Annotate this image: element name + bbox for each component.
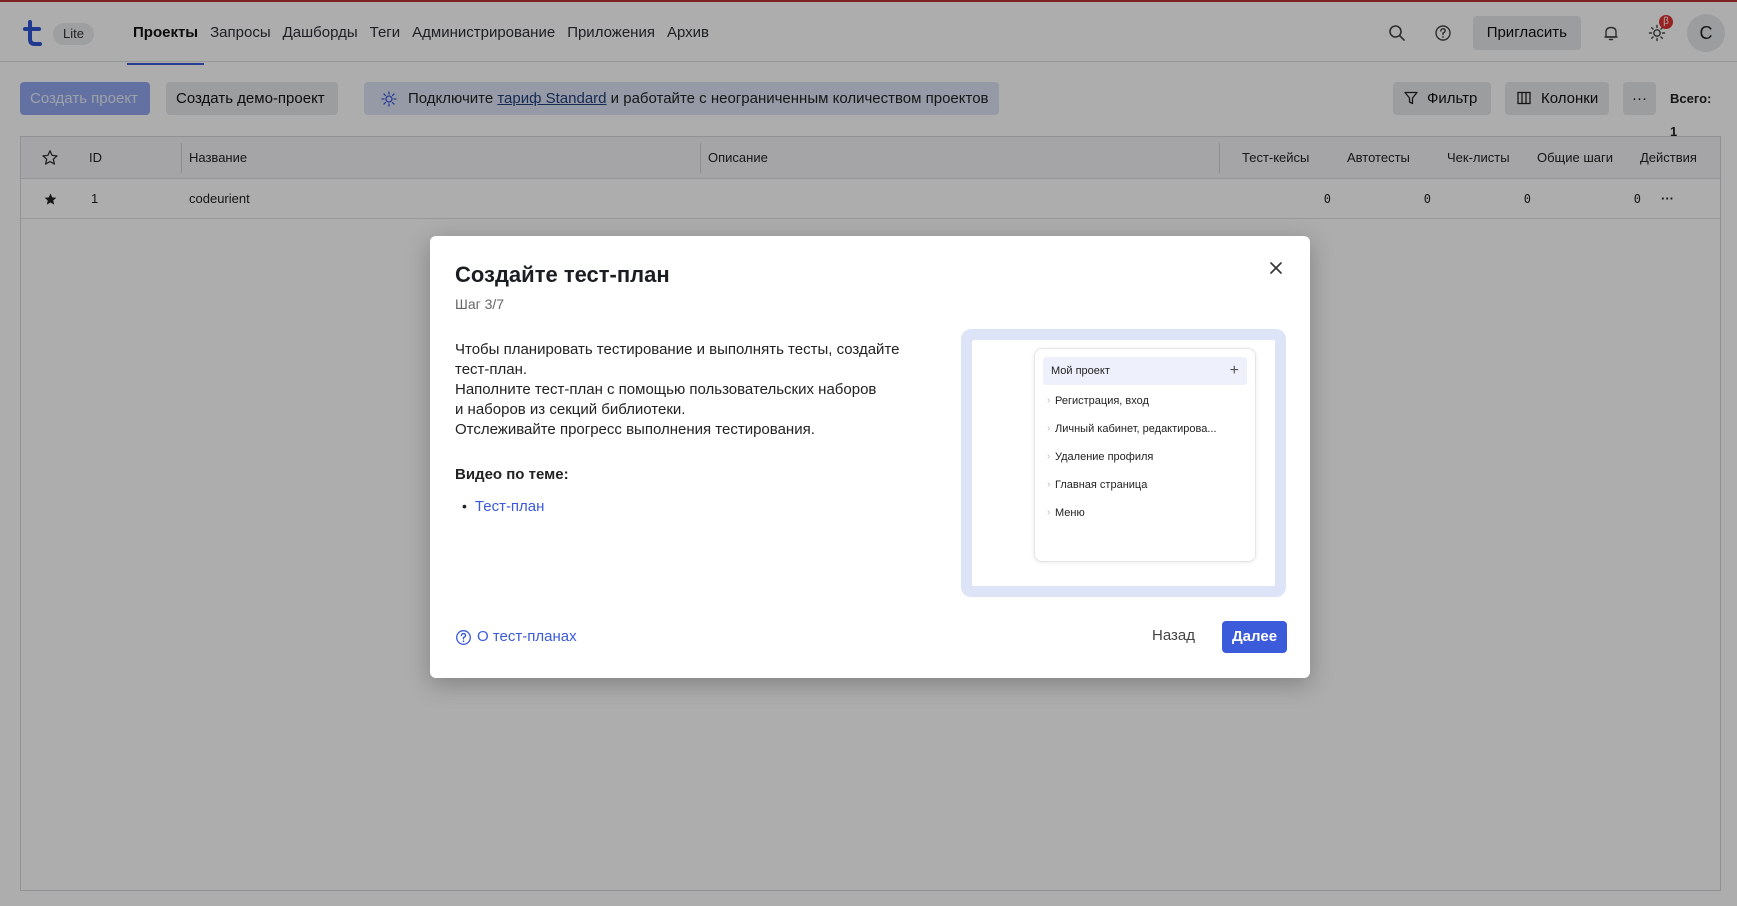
tree-project-row: Мой проект + bbox=[1043, 357, 1247, 385]
tree-item: Регистрация, вход bbox=[1047, 395, 1149, 407]
dialog-step: Шаг 3/7 bbox=[455, 296, 505, 312]
description-line: и наборов из секций библиотеки. bbox=[455, 401, 686, 418]
about-test-plans-label: О тест-планах bbox=[477, 628, 577, 645]
plus-icon: + bbox=[1229, 362, 1239, 379]
tree-item: Удаление профиля bbox=[1047, 451, 1153, 463]
onboarding-dialog: Создайте тест-план Шаг 3/7 Чтобы планиро… bbox=[430, 236, 1310, 678]
description-line: Чтобы планировать тестирование и выполня… bbox=[455, 341, 900, 358]
description-line: Отслеживайте прогресс выполнения тестиро… bbox=[455, 421, 815, 438]
tree-item: Личный кабинет, редактирова... bbox=[1047, 423, 1217, 435]
close-icon[interactable] bbox=[1264, 256, 1288, 280]
video-section-title: Видео по теме: bbox=[455, 466, 569, 483]
project-tree-illustration: Мой проект + Регистрация, вход Личный ка… bbox=[1034, 348, 1256, 562]
back-button[interactable]: Назад bbox=[1142, 620, 1205, 652]
video-link[interactable]: Тест-план bbox=[475, 498, 545, 515]
tree-item: Меню bbox=[1047, 507, 1085, 519]
next-button[interactable]: Далее bbox=[1222, 621, 1288, 653]
illustration-canvas: Мой проект + Регистрация, вход Личный ка… bbox=[972, 340, 1275, 586]
dialog-description: Чтобы планировать тестирование и выполня… bbox=[455, 340, 925, 440]
tree-project-label: Мой проект bbox=[1051, 365, 1110, 377]
help-circle-icon bbox=[456, 630, 471, 645]
description-line: тест-план. bbox=[455, 361, 528, 378]
dialog-title: Создайте тест-план bbox=[455, 262, 670, 287]
description-line: Наполните тест-план с помощью пользовате… bbox=[455, 381, 877, 398]
about-test-plans-link[interactable]: О тест-планах bbox=[455, 628, 577, 645]
illustration-frame: Мой проект + Регистрация, вход Личный ка… bbox=[961, 329, 1286, 597]
video-list-item: Тест-план bbox=[462, 498, 545, 515]
tree-item: Главная страница bbox=[1047, 479, 1147, 491]
app-root: Lite Проекты Запросы Дашборды Теги Админ… bbox=[0, 0, 1737, 906]
